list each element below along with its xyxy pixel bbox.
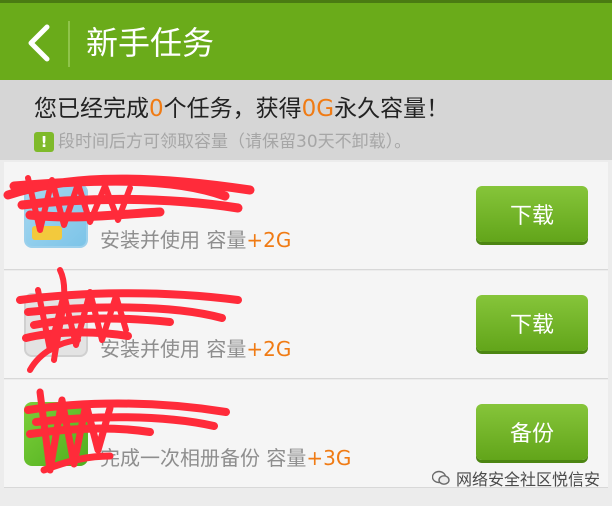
- download-button[interactable]: 下载: [476, 295, 588, 351]
- top-bar: 新手任务: [0, 0, 612, 80]
- task-desc: 安装并使用 容量+2G: [100, 337, 292, 361]
- watermark: 网络安全社区悦信安: [432, 466, 600, 490]
- wechat-icon: [432, 470, 450, 485]
- backup-button[interactable]: 备份: [476, 404, 588, 460]
- page-title: 新手任务: [86, 24, 215, 62]
- task-desc: 完成一次相册备份 容量+3G: [100, 446, 352, 470]
- summary-text: 您已经完成0个任务，获得0G永久容量！: [34, 96, 450, 122]
- app-icon: [24, 184, 88, 248]
- exclamation-icon: !: [34, 132, 54, 152]
- notice: ! 段时间后方可领取容量（请保留30天不卸载）。: [34, 130, 411, 154]
- task-summary: 您已经完成0个任务，获得0G永久容量！ ! 段时间后方可领取容量（请保留30天不…: [0, 80, 612, 160]
- back-button[interactable]: [14, 17, 62, 69]
- notice-text: 段时间后方可领取容量（请保留30天不卸载）。: [58, 132, 412, 152]
- header-divider: [68, 21, 70, 67]
- task-bonus: +3G: [306, 446, 352, 470]
- task-desc: 安装并使用 容量+2G: [100, 228, 292, 252]
- earned-capacity: 0G: [301, 96, 335, 122]
- download-button[interactable]: 下载: [476, 186, 588, 242]
- task-bonus: +2G: [246, 337, 292, 361]
- watermark-text: 网络安全社区悦信安: [456, 470, 601, 489]
- task-item[interactable]: 安装并使用 容量+2G 下载: [4, 271, 608, 379]
- completed-count: 0: [149, 96, 164, 122]
- app-icon: [24, 402, 88, 466]
- task-bonus: +2G: [246, 228, 292, 252]
- app-icon: [24, 293, 88, 357]
- chevron-left-icon: [28, 24, 50, 62]
- task-item[interactable]: 安装并使用 容量+2G 下载: [4, 162, 608, 270]
